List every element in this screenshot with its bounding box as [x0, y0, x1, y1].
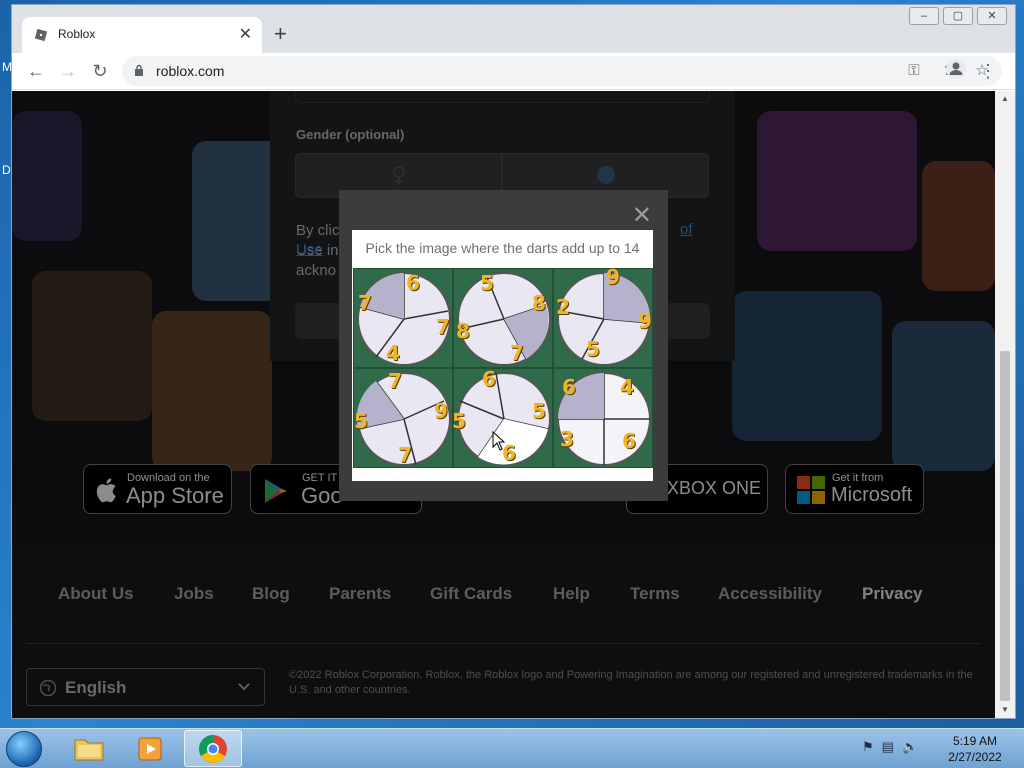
mouse-cursor-icon [492, 431, 506, 451]
url-text: roblox.com [156, 63, 225, 79]
dart-number: 3 [560, 427, 574, 451]
modal-overlay: ✕ Pick the image where the darts add up … [12, 91, 995, 718]
clock[interactable]: 5:19 AM 2/27/2022 [940, 733, 1010, 765]
dart-number: 5 [354, 409, 368, 433]
tab-close-icon[interactable]: ✕ [239, 24, 252, 44]
close-window-button[interactable]: ✕ [977, 7, 1007, 25]
dart-number: 4 [620, 375, 634, 399]
captcha-option[interactable]: 5 8 8 7 [453, 268, 553, 368]
forward-button[interactable]: → [56, 59, 80, 83]
key-icon[interactable]: ⚿ [902, 59, 926, 83]
clock-date: 2/27/2022 [948, 750, 1002, 764]
captcha-option[interactable]: 9 2 9 5 [553, 265, 653, 368]
taskbar-media-player[interactable] [122, 730, 180, 767]
media-player-icon [138, 737, 162, 761]
captcha-prompt: Pick the image where the darts add up to… [365, 240, 640, 256]
profile-icon[interactable] [944, 58, 968, 82]
vertical-scrollbar[interactable]: ▲ ▼ [995, 91, 1015, 718]
dart-number: 6 [482, 367, 496, 391]
dart-number: 9 [638, 309, 652, 333]
browser-window: Roblox ✕ + – ▢ ✕ ← → ↻ roblox.com ⚿ ⇪ ☆ [12, 5, 1015, 718]
captcha-option[interactable]: 7 5 9 7 [353, 368, 453, 468]
captcha-dialog: ✕ Pick the image where the darts add up … [339, 190, 668, 501]
system-tray: ⚑ ▤ 🔈 [862, 739, 918, 755]
tab-roblox[interactable]: Roblox ✕ [22, 17, 262, 53]
dart-number: 5 [532, 399, 546, 423]
chrome-icon [199, 735, 227, 763]
dart-number: 6 [562, 375, 576, 399]
back-button[interactable]: ← [24, 59, 48, 83]
close-icon[interactable]: ✕ [632, 204, 652, 228]
dart-number: 5 [480, 271, 494, 295]
lock-icon [135, 64, 143, 76]
window-controls: – ▢ ✕ [909, 7, 1007, 25]
roblox-favicon-icon [34, 28, 48, 42]
dart-number: 8 [456, 319, 470, 343]
start-button[interactable] [6, 731, 42, 767]
dart-number: 4 [386, 341, 400, 365]
network-icon[interactable]: ▤ [882, 739, 894, 755]
desktop-icon-label: M [2, 60, 12, 74]
reload-button[interactable]: ↻ [88, 59, 112, 83]
tab-title: Roblox [58, 27, 96, 41]
dart-number: 6 [406, 271, 420, 295]
dartboard-image [457, 272, 551, 366]
dart-number: 7 [398, 443, 412, 467]
scroll-up-icon[interactable]: ▲ [995, 91, 1015, 107]
captcha-option[interactable]: 6 4 3 6 [553, 368, 653, 468]
browser-toolbar: ← → ↻ roblox.com ⚿ ⇪ ☆ ⋮ [12, 53, 1015, 90]
flag-icon[interactable]: ⚑ [862, 739, 874, 755]
new-tab-button[interactable]: + [274, 22, 287, 46]
captcha-option[interactable]: 7 6 7 4 [353, 268, 453, 368]
scroll-down-icon[interactable]: ▼ [995, 702, 1015, 718]
dart-number: 7 [510, 341, 524, 365]
clock-time: 5:19 AM [952, 734, 998, 748]
folder-icon [74, 739, 104, 761]
dart-number: 5 [586, 337, 600, 361]
dart-number: 5 [452, 409, 466, 433]
volume-icon[interactable]: 🔈 [902, 739, 918, 755]
dart-number: 2 [556, 295, 570, 319]
maximize-button[interactable]: ▢ [943, 7, 973, 25]
desktop-icon-label: D [2, 163, 11, 177]
menu-icon[interactable]: ⋮ [976, 59, 1000, 83]
taskbar-explorer[interactable] [60, 730, 118, 767]
title-bar: Roblox ✕ + – ▢ ✕ [12, 5, 1015, 53]
dart-number: 9 [606, 265, 620, 289]
dart-number: 7 [388, 369, 402, 393]
minimize-button[interactable]: – [909, 7, 939, 25]
taskbar-chrome[interactable] [184, 730, 242, 767]
captcha-option[interactable]: 6 5 5 6 [452, 367, 553, 468]
dart-number: 9 [434, 399, 448, 423]
address-bar[interactable]: roblox.com ⚿ ⇪ ☆ [122, 56, 1002, 86]
dart-number: 7 [436, 315, 450, 339]
dart-number: 8 [532, 291, 546, 315]
roblox-page: Gender (optional) By clic Use in ackno o… [12, 91, 995, 718]
scroll-thumb[interactable] [1000, 351, 1010, 701]
dart-number: 6 [622, 429, 636, 453]
dart-number: 7 [358, 291, 372, 315]
taskbar: ⚑ ▤ 🔈 5:19 AM 2/27/2022 [0, 728, 1024, 768]
